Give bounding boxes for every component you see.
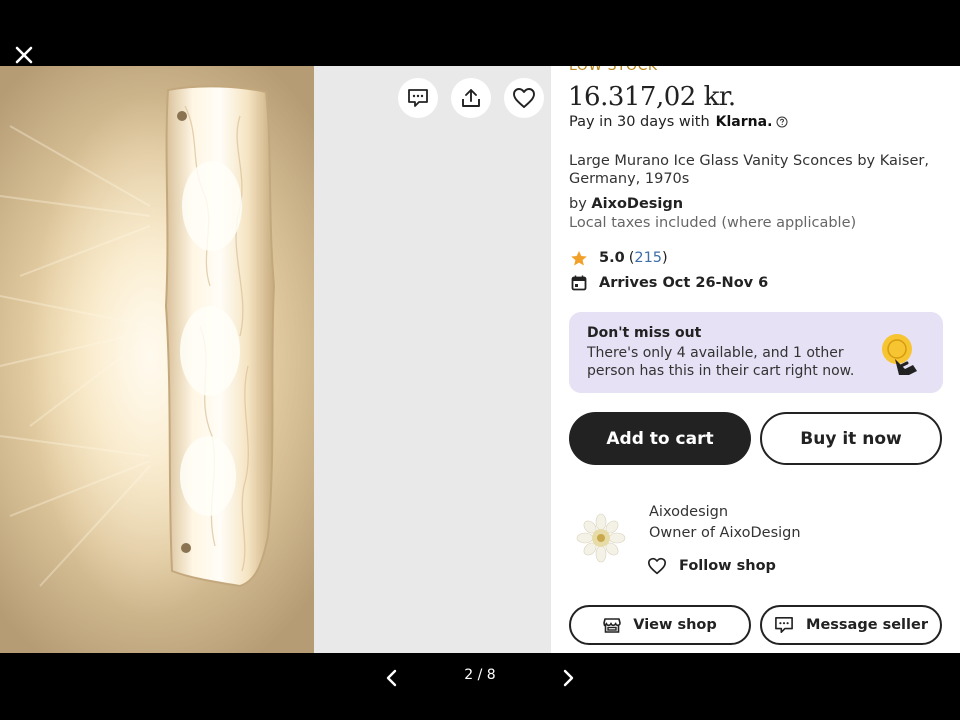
heart-outline-icon bbox=[647, 557, 666, 575]
message-button[interactable] bbox=[398, 78, 438, 118]
image-counter: 2 / 8 bbox=[464, 667, 496, 683]
shop-link[interactable]: AixoDesign bbox=[591, 196, 683, 212]
heart-icon bbox=[513, 88, 535, 108]
owner-role: Owner of AixoDesign bbox=[649, 525, 801, 541]
listing-viewer: LOW STOCK 16.317,02 kr. Pay in 30 days w… bbox=[0, 66, 960, 653]
add-to-cart-button[interactable]: Add to cart bbox=[569, 412, 751, 465]
price: 16.317,02 kr. bbox=[568, 82, 736, 112]
review-count[interactable]: 215 bbox=[634, 250, 662, 266]
star-icon bbox=[569, 249, 589, 267]
message-icon bbox=[408, 89, 428, 107]
pay-later-text: Pay in 30 days with bbox=[569, 114, 710, 130]
product-details-panel: LOW STOCK 16.317,02 kr. Pay in 30 days w… bbox=[551, 66, 960, 653]
storefront-icon bbox=[603, 618, 622, 633]
shop-avatar[interactable] bbox=[569, 506, 633, 570]
rating-close-paren: ) bbox=[662, 250, 668, 266]
image-pager: 2 / 8 bbox=[0, 653, 960, 720]
taxes-note: Local taxes included (where applicable) bbox=[569, 215, 857, 231]
top-bar bbox=[0, 0, 960, 66]
seller-line: by AixoDesign bbox=[569, 196, 683, 212]
rating-value: 5.0 bbox=[599, 250, 625, 266]
sconce-illustration bbox=[0, 85, 276, 616]
view-shop-button[interactable]: View shop bbox=[569, 605, 751, 645]
flower-chandelier-icon bbox=[576, 513, 626, 563]
owner-name: Aixodesign bbox=[649, 504, 729, 520]
photo-backdrop bbox=[314, 66, 551, 653]
bell-icon bbox=[882, 334, 917, 375]
follow-shop-button[interactable]: Follow shop bbox=[647, 557, 776, 575]
share-button[interactable] bbox=[451, 78, 491, 118]
alert-body: There's only 4 available, and 1 other pe… bbox=[587, 345, 855, 379]
rating-row[interactable]: 5.0 (215) bbox=[569, 249, 668, 267]
stock-label: LOW STOCK bbox=[569, 66, 658, 74]
calendar-icon bbox=[569, 274, 589, 292]
buy-now-button[interactable]: Buy it now bbox=[760, 412, 942, 465]
pay-later-line: Pay in 30 days with Klarna. bbox=[569, 114, 788, 130]
view-shop-label: View shop bbox=[633, 617, 717, 633]
chevron-left-icon[interactable] bbox=[380, 666, 404, 690]
arrival-text: Arrives Oct 26-Nov 6 bbox=[599, 275, 769, 291]
chevron-right-icon[interactable] bbox=[556, 666, 580, 690]
share-icon bbox=[462, 89, 480, 107]
klarna-logo: Klarna. bbox=[715, 114, 773, 130]
product-photo bbox=[0, 66, 314, 653]
alert-title: Don't miss out bbox=[587, 325, 702, 341]
help-icon[interactable] bbox=[776, 116, 788, 128]
follow-shop-label: Follow shop bbox=[679, 558, 776, 574]
message-seller-label: Message seller bbox=[806, 617, 928, 633]
favorite-button[interactable] bbox=[504, 78, 544, 118]
product-title: Large Murano Ice Glass Vanity Sconces by… bbox=[569, 153, 929, 187]
close-icon[interactable] bbox=[12, 43, 36, 67]
by-prefix: by bbox=[569, 196, 587, 212]
scarcity-alert: Don't miss out There's only 4 available,… bbox=[569, 312, 943, 393]
message-seller-button[interactable]: Message seller bbox=[760, 605, 942, 645]
message-icon bbox=[775, 616, 793, 634]
arrival-row: Arrives Oct 26-Nov 6 bbox=[569, 274, 768, 292]
